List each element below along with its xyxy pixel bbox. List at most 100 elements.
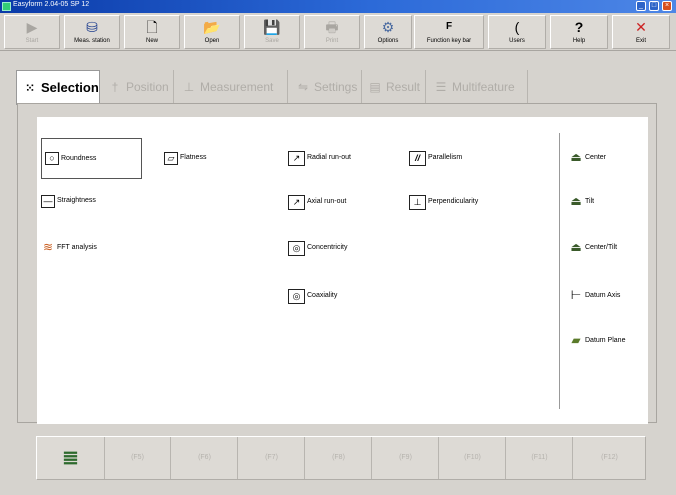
meas-station-icon: ⛁	[86, 19, 98, 35]
tilt-label: Tilt	[585, 198, 595, 205]
align-datum-axis[interactable]: ⊢ Datum Axis	[569, 287, 620, 305]
function-key-bar-button[interactable]: F Function key bar	[414, 15, 484, 49]
coaxiality-label: Coaxiality	[307, 292, 338, 299]
print-button[interactable]: 🖶 Print	[304, 15, 360, 49]
print-label: Print	[325, 38, 339, 44]
parallelism-icon: //	[409, 150, 426, 166]
feature-coaxiality[interactable]: ◎ Coaxiality	[288, 287, 337, 305]
perpendicularity-label: Perpendicularity	[428, 198, 479, 205]
options-button[interactable]: ⚙ Options	[364, 15, 412, 49]
feature-flatness[interactable]: ▱ Flatness	[164, 149, 206, 167]
radial-runout-icon: ↗	[288, 150, 305, 166]
save-icon: 💾	[263, 19, 281, 35]
f5-key[interactable]: (F5)	[105, 437, 171, 479]
new-button[interactable]: 🗋 New	[124, 15, 180, 49]
feature-roundness[interactable]: ○ Roundness	[41, 138, 142, 179]
printer-icon: 🖶	[325, 19, 339, 35]
function-key-icon: F	[445, 21, 453, 32]
help-icon: ?	[574, 19, 584, 35]
tab-position-label: Position	[126, 80, 169, 94]
tab-position[interactable]: † Position	[102, 70, 174, 104]
selection-panel: ○ Roundness — Straightness ≋ FFT analysis ▱…	[17, 103, 657, 424]
datum-plane-label: Datum Plane	[585, 337, 626, 344]
f11-key[interactable]: (F11)	[507, 437, 573, 479]
f10-key[interactable]: (F10)	[440, 437, 506, 479]
f12-key[interactable]: (F12)	[574, 437, 645, 479]
options-label: Options	[377, 38, 399, 44]
fft-chart-icon: ≋	[41, 239, 55, 255]
datum-plane-icon: ▰	[569, 334, 583, 348]
tab-multifeature-label: Multifeature	[452, 80, 515, 94]
result-icon: ▤	[369, 80, 381, 94]
tab-measurement[interactable]: ⊥ Measurement	[176, 70, 288, 104]
center-tilt-label: Center/Tilt	[585, 244, 618, 251]
save-button[interactable]: 💾 Save	[244, 15, 300, 49]
align-center-tilt[interactable]: ⏏ Center/Tilt	[569, 239, 617, 257]
exit-button[interactable]: ✕ Exit	[612, 15, 670, 49]
perpendicularity-icon: ⊥	[409, 194, 426, 210]
folder-open-icon: 📂	[203, 19, 221, 35]
f6-key[interactable]: (F6)	[172, 437, 238, 479]
start-button[interactable]: ▶ Start	[4, 15, 60, 49]
help-label: Help	[572, 38, 586, 44]
new-file-icon: 🗋	[146, 19, 158, 35]
feature-concentricity[interactable]: ◎ Concentricity	[288, 239, 347, 257]
tab-selection[interactable]: ⁙ Selection	[16, 70, 100, 105]
axial-runout-label: Axial run-out	[307, 198, 347, 205]
tab-measurement-label: Measurement	[200, 80, 274, 94]
straightness-label: Straightness	[57, 197, 96, 204]
parallelism-label: Parallelism	[428, 154, 463, 161]
new-label: New	[145, 38, 158, 44]
tab-result-label: Result	[386, 80, 421, 94]
flatness-icon: ▱	[164, 151, 178, 165]
feature-selection-area: ○ Roundness — Straightness ≋ FFT analysis ▱…	[37, 117, 648, 424]
users-button[interactable]: ( Users	[488, 15, 546, 49]
meas-station-button[interactable]: ⛁ Meas. station	[64, 15, 120, 49]
tab-multifeature[interactable]: ☰ Multifeature	[428, 70, 528, 104]
open-label: Open	[204, 38, 220, 44]
start-label: Start	[25, 38, 39, 44]
tab-result[interactable]: ▤ Result	[364, 70, 426, 104]
feature-straightness[interactable]: — Straightness	[41, 192, 96, 210]
meas-station-label: Meas. station	[74, 38, 110, 44]
center-label: Center	[585, 154, 607, 161]
measurement-icon: ⊥	[183, 80, 195, 94]
f7-key[interactable]: (F7)	[239, 437, 305, 479]
help-button[interactable]: ? Help	[550, 15, 608, 49]
exit-icon: ✕	[635, 19, 647, 35]
coaxiality-icon: ◎	[288, 288, 305, 304]
close-window-button[interactable]: ×	[662, 1, 672, 11]
settings-icon: ⇋	[297, 80, 309, 94]
concentricity-label: Concentricity	[307, 244, 348, 251]
multifeature-icon: ☰	[435, 80, 447, 94]
feature-fft-analysis[interactable]: ≋ FFT analysis	[41, 239, 97, 257]
play-icon: ▶	[26, 19, 38, 35]
feature-parallelism[interactable]: //Parallelism	[409, 149, 462, 167]
minimize-button[interactable]: _	[636, 1, 646, 11]
radial-runout-label: Radial run-out	[307, 154, 351, 161]
roundness-label: Roundness	[61, 155, 97, 162]
column-divider	[559, 133, 560, 409]
options-icon: ⚙	[381, 19, 395, 35]
layers-key[interactable]: ≣	[37, 437, 105, 479]
tab-settings[interactable]: ⇋ Settings	[290, 70, 362, 104]
feature-perpendicularity[interactable]: ⊥ Perpendicularity	[409, 193, 478, 211]
feature-axial-runout[interactable]: ↗ Axial run-out	[288, 193, 346, 211]
f9-key[interactable]: (F9)	[373, 437, 439, 479]
roundness-icon: ○	[45, 152, 59, 165]
users-label: Users	[509, 38, 525, 44]
flatness-label: Flatness	[180, 154, 207, 161]
datum-axis-label: Datum Axis	[585, 292, 621, 299]
function-key-bar: ≣ (F5) (F6) (F7) (F8) (F9) (F10) (F11) (…	[36, 436, 646, 480]
f8-key[interactable]: (F8)	[306, 437, 372, 479]
open-button[interactable]: 📂 Open	[184, 15, 240, 49]
center-icon: ⏏	[569, 149, 583, 165]
users-icon: (	[514, 19, 520, 35]
align-tilt[interactable]: ⏏ Tilt	[569, 193, 594, 211]
maximize-button[interactable]: □	[649, 1, 659, 11]
align-datum-plane[interactable]: ▰ Datum Plane	[569, 332, 625, 350]
feature-radial-runout[interactable]: ↗ Radial run-out	[288, 149, 351, 167]
align-center[interactable]: ⏏ Center	[569, 149, 606, 167]
center-tilt-icon: ⏏	[569, 239, 583, 255]
app-icon	[2, 2, 11, 11]
